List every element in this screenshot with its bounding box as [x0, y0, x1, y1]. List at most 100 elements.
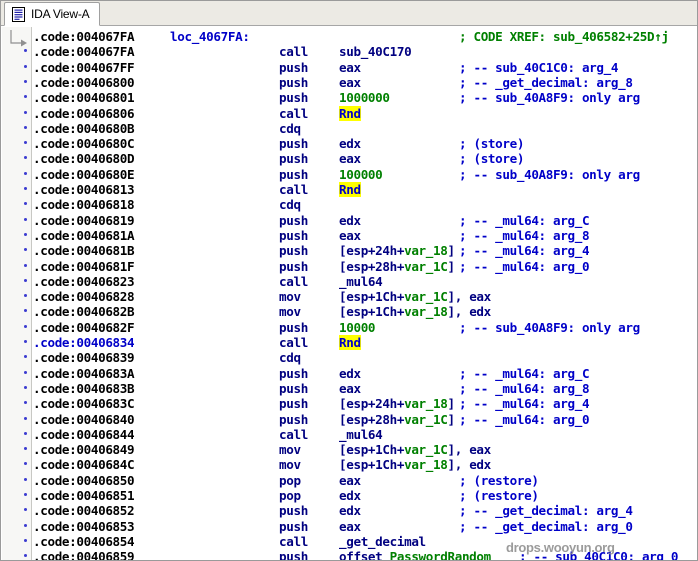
instruction-comment[interactable]: ; -- _get_decimal: arg_0 [459, 519, 633, 534]
operand-symbol[interactable]: var_18 [404, 396, 448, 411]
instruction-mnemonic: call [279, 335, 308, 350]
highlighted-symbol[interactable]: Rnd [339, 335, 361, 350]
instruction-operand[interactable]: eax [339, 519, 361, 534]
instruction-comment[interactable]: ; -- _mul64: arg_8 [459, 381, 590, 396]
line-marker-dot [24, 340, 27, 343]
instruction-operand[interactable]: edx [339, 213, 361, 228]
line-address: .code:0040682F [33, 319, 135, 335]
instruction-operand[interactable]: Rnd [339, 182, 361, 197]
instruction-operand[interactable]: [esp+28h+var_1C] [339, 259, 455, 274]
instruction-operand[interactable]: [esp+1Ch+var_18], edx [339, 457, 491, 472]
instruction-mnemonic: push [279, 549, 308, 561]
instruction-comment[interactable]: ; -- _mul64: arg_4 [459, 396, 590, 411]
line-address: .code:0040681F [33, 258, 135, 274]
instruction-mnemonic: pop [279, 472, 301, 488]
instruction-operand[interactable]: edx [339, 488, 361, 503]
instruction-comment[interactable]: ; -- _get_decimal: arg_4 [459, 503, 633, 518]
instruction-operand[interactable]: Rnd [339, 335, 361, 350]
instruction-mnemonic: push [279, 227, 308, 243]
instruction-comment[interactable]: ; -- _get_decimal: arg_8 [459, 75, 633, 90]
instruction-mnemonic: mov [279, 289, 301, 305]
line-address: .code:0040683C [33, 396, 135, 412]
disassembly-listing[interactable]: .code:004067FA loc_4067FA: ; CODE XREF: su… [33, 27, 697, 561]
operand-suffix: ] [447, 258, 456, 274]
instruction-comment[interactable]: ; (restore) [459, 473, 539, 488]
instruction-mnemonic: cdq [279, 197, 301, 213]
instruction-comment[interactable]: ; -- _mul64: arg_C [459, 366, 590, 381]
operand-symbol[interactable]: var_1C [404, 442, 448, 457]
instruction-comment[interactable]: ; -- _mul64: arg_0 [459, 259, 590, 274]
instruction-mnemonic: push [279, 151, 308, 167]
instruction-comment[interactable]: ; -- sub_40A8F9: only arg [459, 167, 640, 182]
instruction-mnemonic: call [279, 533, 308, 549]
instruction-operand[interactable]: 1000000 [339, 90, 390, 105]
operand-prefix: [esp+28h+ [339, 258, 405, 274]
instruction-comment[interactable]: ; -- _mul64: arg_0 [459, 412, 590, 427]
operand-prefix: [esp+28h+ [339, 411, 405, 427]
instruction-comment[interactable]: ; (store) [459, 136, 524, 151]
operand-symbol[interactable]: var_18 [404, 457, 448, 472]
instruction-comment[interactable]: ; -- _mul64: arg_C [459, 213, 590, 228]
instruction-mnemonic: mov [279, 442, 301, 458]
instruction-operand[interactable]: [esp+24h+var_18] [339, 243, 455, 258]
line-marker-dot [24, 217, 27, 221]
instruction-operand[interactable]: edx [339, 136, 361, 151]
operand-symbol[interactable]: var_1C [404, 412, 448, 427]
instruction-comment[interactable]: ; -- _mul64: arg_8 [459, 228, 590, 243]
instruction-operand[interactable]: offset PasswordRandom [339, 549, 492, 560]
operand-suffix: ] [447, 243, 456, 259]
instruction-operand[interactable]: eax [339, 60, 361, 75]
xref-comment[interactable]: ; CODE XREF: sub_406582+25D↑j [459, 29, 669, 44]
line-address: .code:004067FA [33, 29, 135, 44]
instruction-mnemonic: push [279, 166, 308, 182]
instruction-operand[interactable]: _mul64 [339, 274, 383, 289]
line-address: .code:00406800 [33, 74, 135, 90]
instruction-comment[interactable]: ; (restore) [459, 488, 539, 503]
instruction-operand[interactable]: eax [339, 381, 361, 396]
instruction-operand[interactable]: 100000 [339, 167, 383, 182]
instruction-mnemonic: push [279, 59, 308, 75]
line-address: .code:0040680C [33, 136, 135, 152]
instruction-comment[interactable]: ; (store) [459, 151, 524, 166]
line-marker-dot [24, 171, 27, 175]
instruction-comment[interactable]: ; -- sub_40A8F9: only arg [459, 320, 640, 335]
operand-symbol[interactable]: var_18 [404, 304, 448, 319]
instruction-comment[interactable]: ; -- sub_40A8F9: only arg [459, 90, 640, 105]
instruction-operand[interactable]: Rnd [339, 105, 361, 121]
instruction-operand[interactable]: sub_40C170 [339, 44, 412, 59]
instruction-operand[interactable]: [esp+28h+var_1C] [339, 412, 455, 427]
operand-symbol[interactable]: var_1C [404, 259, 448, 274]
instruction-operand[interactable]: _mul64 [339, 427, 383, 442]
line-address: .code:00406850 [33, 472, 135, 488]
highlighted-symbol[interactable]: Rnd [339, 182, 361, 197]
instruction-operand[interactable]: 10000 [339, 320, 376, 335]
code-label[interactable]: loc_4067FA: [170, 29, 250, 44]
instruction-operand[interactable]: edx [339, 503, 361, 518]
instruction-operand[interactable]: eax [339, 473, 361, 488]
line-address: .code:0040681B [33, 243, 135, 259]
instruction-comment[interactable]: ; -- _mul64: arg_4 [459, 243, 590, 258]
instruction-operand[interactable]: _get_decimal [339, 534, 426, 549]
instruction-operand[interactable]: eax [339, 228, 361, 243]
operand-symbol[interactable]: PasswordRandom [390, 549, 492, 560]
instruction-operand[interactable]: [esp+1Ch+var_18], edx [339, 304, 491, 319]
instruction-operand[interactable]: eax [339, 151, 361, 166]
instruction-operand[interactable]: [esp+1Ch+var_1C], eax [339, 442, 491, 457]
operand-symbol[interactable]: var_1C [404, 289, 448, 304]
code-gutter[interactable] [2, 27, 32, 560]
instruction-operand[interactable]: [esp+24h+var_18] [339, 396, 455, 411]
operand-prefix: [esp+24h+ [339, 243, 405, 259]
highlighted-symbol[interactable]: Rnd [339, 105, 361, 121]
line-marker-dot [24, 324, 27, 328]
tab-ida-view-a[interactable]: IDA View-A [4, 2, 101, 26]
line-marker-dot [24, 477, 27, 481]
instruction-operand[interactable]: [esp+1Ch+var_1C], eax [339, 289, 491, 304]
operand-suffix: ], eax [447, 289, 492, 305]
instruction-comment[interactable]: ; -- sub_40C1C0: arg_4 [459, 60, 618, 75]
line-marker-dot [24, 64, 27, 68]
operand-symbol[interactable]: var_18 [404, 243, 448, 258]
line-address: .code:0040683B [33, 380, 135, 396]
operand-prefix: [esp+1Ch+ [339, 304, 405, 320]
instruction-operand[interactable]: eax [339, 75, 361, 90]
instruction-operand[interactable]: edx [339, 366, 361, 381]
